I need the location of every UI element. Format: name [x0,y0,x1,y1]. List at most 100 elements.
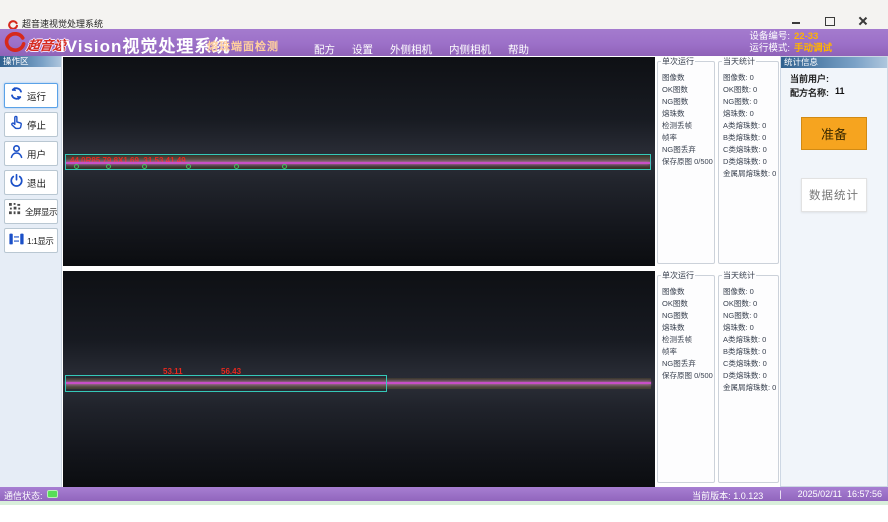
maximize-icon[interactable] [824,16,835,26]
stat-row: B类熔珠数: 0 [719,132,778,144]
stat-row: B类熔珠数: 0 [719,346,778,358]
stat-row: NG图数 [658,310,714,322]
one-to-one-button-label: 1:1显示 [27,235,53,247]
camera-2-stats: 单次运行 图像数OK图数NG图数熔珠数检测丢帧帧率NG图丢弃保存原图 0/500… [656,271,780,486]
one-to-one-button[interactable]: 1:1显示 [4,228,58,253]
operation-sidebar: 操作区 运行 停止 用户 [0,56,62,487]
info-panel-title: 统计信息 [781,57,887,68]
power-icon [9,173,24,193]
fullscreen-button[interactable]: 全屏显示 [4,199,58,224]
fullscreen-button-label: 全屏显示 [25,206,57,218]
menu-item-inner-camera[interactable]: 内侧相机 [449,42,491,57]
stat-row: D类熔珠数: 0 [719,370,778,382]
stat-row: A类熔珠数: 0 [719,334,778,346]
stat-row: OK图数 [658,298,714,310]
stat-row: 图像数 [658,72,714,84]
prepare-button[interactable]: 准备 [801,117,867,150]
user-button-label: 用户 [27,147,46,161]
info-panel: 统计信息 当前用户: 配方名称: 11 准备 数据统计 [780,56,888,487]
fullscreen-grid-icon [9,203,22,221]
detection-marker [142,164,147,169]
menu-item-outer-camera[interactable]: 外侧相机 [390,42,432,57]
stat-row: 熔珠数: 0 [719,108,778,120]
close-icon[interactable] [857,16,868,26]
app-window: 超音速视觉处理系统 超音速 IVision视觉处理系统 熔珠端面检测 配方 设置… [0,0,888,522]
stat-row: 熔珠数: 0 [719,322,778,334]
single-run-group: 单次运行 图像数OK图数NG图数熔珠数检测丢帧帧率NG图丢弃保存原图 0/500 [657,275,715,483]
stat-row: NG图数: 0 [719,310,778,322]
comm-status-indicator [47,490,58,498]
stop-hand-icon [9,115,24,135]
stat-row: 金属屑熔珠数: 0 [719,382,778,394]
laser-line-overlay [66,162,650,164]
detection-marker [234,164,239,169]
stop-button[interactable]: 停止 [4,112,58,137]
run-mode-value: 手动调试 [794,43,840,55]
run-button-label: 运行 [27,89,46,103]
brand-swirl-icon [4,32,26,57]
current-user-label: 当前用户: [790,72,829,85]
weld-bead-roi: 44.0R85 79.8X1.69 31.53 41.49 [65,154,651,170]
daily-stats-title: 当天统计 [722,271,756,280]
daily-stats-group: 当天统计 图像数: 0OK图数: 0NG图数: 0熔珠数: 0A类熔珠数: 0B… [718,275,779,483]
stat-row: 帧率 [658,346,714,358]
run-button[interactable]: 运行 [4,83,58,108]
window-titlebar: 超音速视觉处理系统 [0,0,888,29]
stat-row: 图像数: 0 [719,286,778,298]
camera-viewport: 44.0R85 79.8X1.69 31.53 41.49 53.11 56.4… [63,56,655,487]
app-subtitle: 熔珠端面检测 [207,38,279,54]
one-to-one-icon [9,232,24,250]
single-run-title: 单次运行 [661,57,695,66]
stat-row: OK图数: 0 [719,84,778,96]
stat-row: C类熔珠数: 0 [719,358,778,370]
stat-row: 帧率 [658,132,714,144]
stat-row: D类熔珠数: 0 [719,156,778,168]
run-mode-label: 运行模式: [749,43,790,55]
detection-marker [186,164,191,169]
statistics-columns: 单次运行 图像数OK图数NG图数熔珠数检测丢帧帧率NG图丢弃保存原图 0/500… [656,56,780,487]
single-run-title: 单次运行 [661,271,695,280]
stat-row: NG图数 [658,96,714,108]
user-icon [9,144,24,164]
stat-row: 熔珠数 [658,108,714,120]
exit-button[interactable]: 退出 [4,170,58,195]
stat-row: A类熔珠数: 0 [719,120,778,132]
stat-row: 图像数: 0 [719,72,778,84]
recipe-name-value: 11 [835,86,845,99]
stat-row: NG图数: 0 [719,96,778,108]
stop-button-label: 停止 [27,118,46,132]
operation-zone-title: 操作区 [0,56,61,67]
stat-row: 检测丢帧 [658,334,714,346]
detection-marker [282,164,287,169]
minimize-icon[interactable] [791,16,802,26]
stat-row: 检测丢帧 [658,120,714,132]
stat-row: 保存原图 0/500 [658,156,714,168]
daily-stats-title: 当天统计 [722,57,756,66]
stat-row: 金属屑熔珠数: 0 [719,168,778,180]
camera-2-view: 53.11 56.43 [63,271,655,487]
device-info: 设备编号: 22-33 运行模式: 手动调试 [749,31,840,55]
menu-item-help[interactable]: 帮助 [508,42,529,57]
data-statistics-button[interactable]: 数据统计 [801,178,867,212]
single-run-group: 单次运行 图像数OK图数NG图数熔珠数检测丢帧帧率NG图丢弃保存原图 0/500 [657,61,715,264]
status-bar: 通信状态: 当前版本: 1.0.123 | 2025/02/11 16:57:5… [0,487,888,501]
detection-marker [106,164,111,169]
window-bottom-edge [0,501,888,505]
daily-stats-group: 当天统计 图像数: 0OK图数: 0NG图数: 0熔珠数: 0A类熔珠数: 0B… [718,61,779,264]
device-number-value: 22-33 [794,31,840,43]
camera-1-stats: 单次运行 图像数OK图数NG图数熔珠数检测丢帧帧率NG图丢弃保存原图 0/500… [656,57,780,267]
stat-row: NG图丢弃 [658,144,714,156]
stat-row: OK图数: 0 [719,298,778,310]
run-cycle-icon [9,86,24,106]
weld-bead-roi [65,375,387,392]
menu-item-recipe[interactable]: 配方 [314,42,335,57]
stat-row: 图像数 [658,286,714,298]
app-title: IVision视觉处理系统 [60,32,230,57]
menu-item-settings[interactable]: 设置 [352,42,373,57]
stat-row: OK图数 [658,84,714,96]
user-button[interactable]: 用户 [4,141,58,166]
app-header: 超音速 IVision视觉处理系统 熔珠端面检测 配方 设置 外侧相机 内侧相机… [0,29,888,56]
recipe-name-label: 配方名称: [790,86,829,99]
stat-row: 保存原图 0/500 [658,370,714,382]
camera-1-view: 44.0R85 79.8X1.69 31.53 41.49 [63,57,655,266]
